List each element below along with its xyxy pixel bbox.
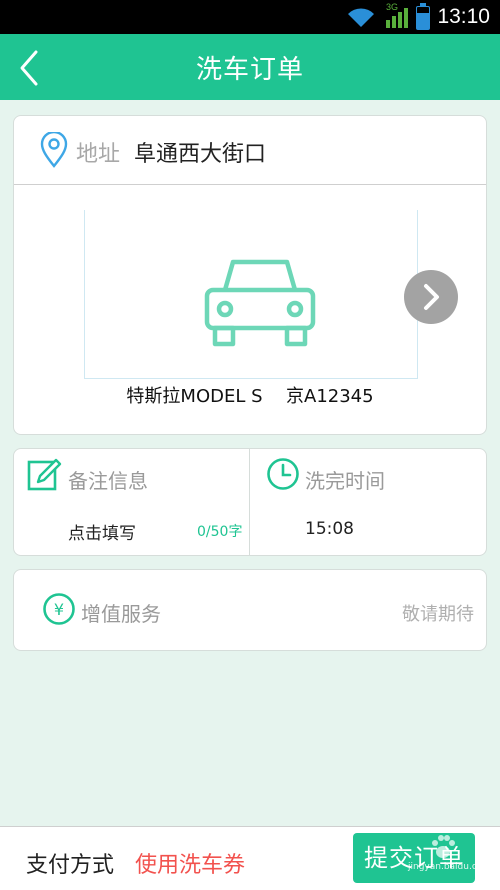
value-added-label: 增值服务 xyxy=(81,602,161,626)
vehicle-model: 特斯拉MODEL S xyxy=(126,386,263,407)
note-field[interactable]: 备注信息 点击填写 0/50字 xyxy=(14,449,249,555)
order-card: 地址 阜通西大街口 特斯拉MODEL S 京A12345 xyxy=(13,115,487,435)
yen-icon: ¥ xyxy=(43,593,75,625)
vehicle-plate: 京A12345 xyxy=(286,386,374,407)
value-added-services[interactable]: ¥ 增值服务 敬请期待 xyxy=(13,569,487,651)
location-pin-icon xyxy=(40,132,68,168)
payment-label: 支付方式 xyxy=(26,853,115,878)
vehicle-image-frame[interactable] xyxy=(84,210,418,379)
next-vehicle-button[interactable] xyxy=(404,270,458,324)
value-added-status: 敬请期待 xyxy=(402,604,474,625)
clock-icon xyxy=(267,458,299,490)
wash-time-field[interactable]: 洗完时间 15:08 xyxy=(250,449,486,555)
note-placeholder: 点击填写 xyxy=(68,524,136,544)
chevron-right-icon xyxy=(424,284,439,310)
wash-time-value: 15:08 xyxy=(305,519,354,539)
details-card: 备注信息 点击填写 0/50字 洗完时间 15:08 xyxy=(13,448,487,556)
watermark: jingyan.baidu.com xyxy=(408,832,491,882)
watermark-text: jingyan.baidu.com xyxy=(408,862,492,872)
vehicle-caption: 特斯拉MODEL S 京A12345 xyxy=(14,382,486,408)
header: 洗车订单 xyxy=(0,34,500,100)
car-icon xyxy=(204,259,316,347)
signal-icon xyxy=(386,8,408,28)
status-bar: 3G 13:10 xyxy=(0,0,500,34)
note-label: 备注信息 xyxy=(68,469,148,493)
address-value: 阜通西大街口 xyxy=(134,142,267,167)
edit-note-icon xyxy=(27,458,62,491)
note-char-count: 0/50字 xyxy=(197,524,243,540)
payment-method[interactable]: 使用洗车券 xyxy=(135,847,245,879)
wash-time-label: 洗完时间 xyxy=(305,469,385,493)
svg-text:¥: ¥ xyxy=(54,600,64,619)
paw-icon xyxy=(432,835,455,858)
page-title: 洗车订单 xyxy=(195,55,304,85)
battery-icon xyxy=(416,3,430,30)
wifi-icon xyxy=(348,8,374,27)
address-label: 地址 xyxy=(76,142,121,167)
address-row[interactable]: 地址 阜通西大街口 xyxy=(14,116,486,185)
status-time: 13:10 xyxy=(437,5,490,28)
